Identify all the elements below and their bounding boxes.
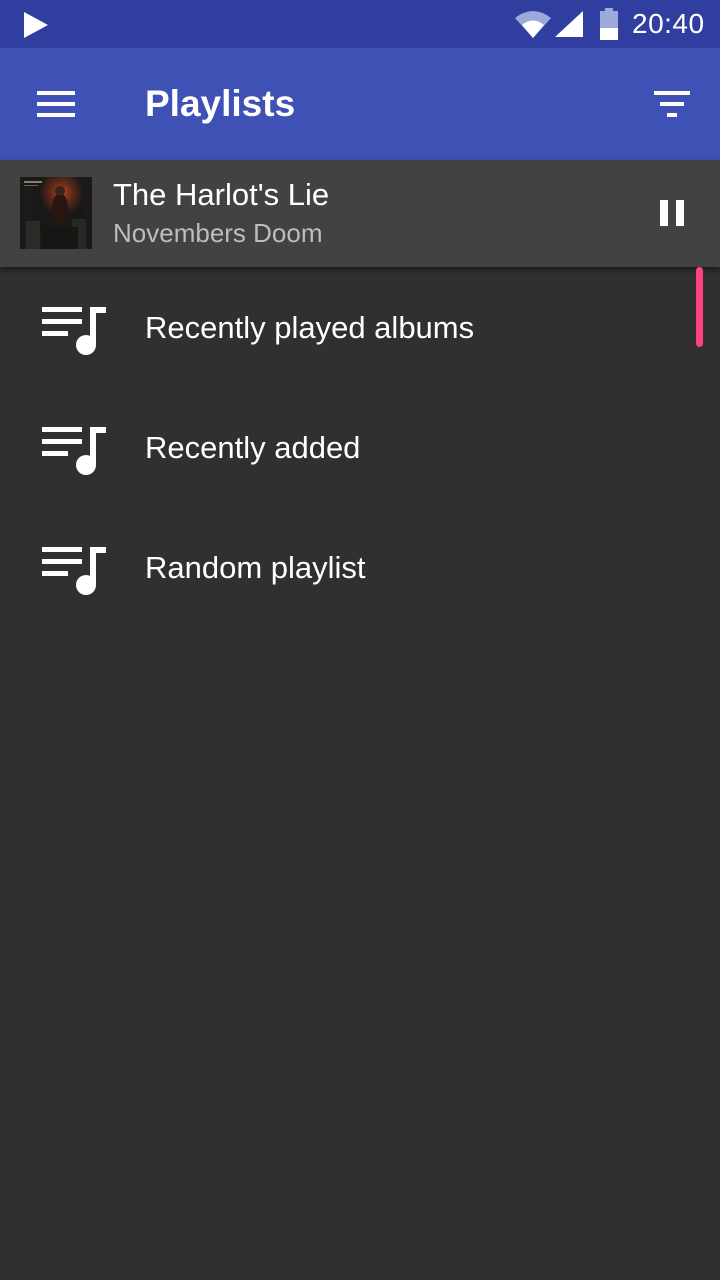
- now-playing-bar[interactable]: The Harlot's Lie Novembers Doom: [0, 160, 720, 267]
- playlist-list: Recently played albums Recently added Ra…: [0, 267, 720, 627]
- playlist-music-icon: [42, 547, 106, 595]
- wifi-icon: [515, 11, 551, 38]
- list-item[interactable]: Recently played albums: [0, 267, 720, 387]
- play-notification-icon: [24, 12, 48, 38]
- signal-icon: [555, 11, 583, 37]
- list-item[interactable]: Random playlist: [0, 507, 720, 627]
- list-item-label: Recently played albums: [145, 310, 475, 345]
- battery-icon: [600, 8, 618, 40]
- scrollbar-thumb[interactable]: [696, 267, 703, 347]
- list-item-label: Recently added: [145, 430, 361, 465]
- list-item[interactable]: Recently added: [0, 387, 720, 507]
- pause-icon[interactable]: [648, 188, 696, 238]
- hamburger-menu-icon[interactable]: [28, 78, 84, 130]
- app-screen: 20:40 Playlists The Harlot's Lie Novembe…: [0, 0, 720, 1280]
- status-clock: 20:40: [632, 8, 705, 39]
- album-art: [20, 177, 92, 249]
- playlist-music-icon: [42, 307, 106, 355]
- status-bar: 20:40: [0, 0, 720, 48]
- list-item-label: Random playlist: [145, 550, 366, 585]
- app-toolbar: Playlists: [0, 48, 720, 160]
- now-playing-title: The Harlot's Lie: [113, 177, 330, 212]
- now-playing-artist: Novembers Doom: [113, 218, 323, 248]
- sort-filter-icon[interactable]: [644, 78, 700, 130]
- playlist-music-icon: [42, 427, 106, 475]
- page-title: Playlists: [145, 83, 296, 124]
